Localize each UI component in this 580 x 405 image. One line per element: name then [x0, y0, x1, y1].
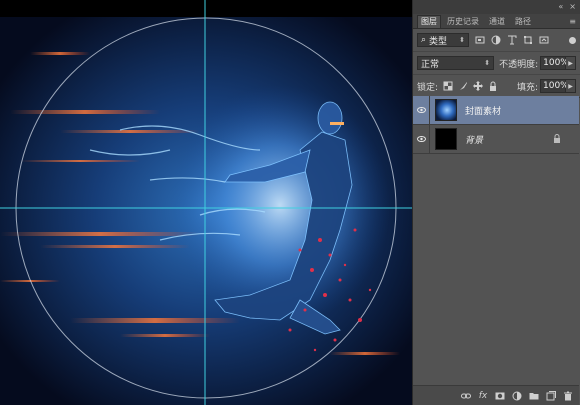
- layer-thumbnail: [435, 99, 457, 121]
- fill-label: 填充:: [516, 82, 538, 93]
- link-icon[interactable]: [461, 391, 471, 401]
- mask-icon[interactable]: [495, 391, 505, 401]
- group-folder-icon[interactable]: [529, 391, 539, 401]
- trash-icon[interactable]: [563, 391, 573, 401]
- canvas-artwork: [0, 0, 412, 405]
- blend-mode-value: 正常: [421, 59, 440, 70]
- chevron-updown-icon: ⬍: [459, 36, 465, 44]
- new-layer-icon[interactable]: [546, 390, 556, 401]
- tab-paths[interactable]: 路径: [511, 15, 535, 28]
- lock-fill-row: 锁定: 填充: 100% ▶: [413, 75, 580, 98]
- smart-object-filter-icon[interactable]: [539, 35, 549, 45]
- tab-history[interactable]: 历史记录: [443, 15, 483, 28]
- layer-lock-icon: [554, 134, 560, 143]
- layers-list: 封面素材 背景: [413, 96, 579, 383]
- lock-move-icon[interactable]: [473, 81, 484, 91]
- collapse-panels-icon[interactable]: «: [558, 0, 563, 14]
- layer-name[interactable]: 封面素材: [465, 104, 501, 117]
- lock-brush-icon[interactable]: [458, 81, 468, 91]
- adjustment-icon[interactable]: [512, 391, 522, 401]
- fill-slider-arrow-icon[interactable]: ▶: [566, 79, 576, 93]
- lock-transparency-icon[interactable]: [443, 81, 453, 91]
- fx-icon[interactable]: fx: [478, 391, 488, 401]
- layer-row-cover[interactable]: 封面素材: [413, 96, 579, 125]
- lock-all-icon[interactable]: [488, 81, 498, 91]
- type-filter-icon[interactable]: [507, 35, 517, 45]
- layers-bottom-toolbar: fx: [413, 385, 579, 405]
- filter-kind-dropdown[interactable]: ⌕ 类型 ⬍: [417, 33, 469, 47]
- panel-collapse-bar: « ×: [413, 0, 580, 14]
- layer-row-background[interactable]: 背景: [413, 125, 579, 154]
- search-icon: ⌕: [421, 35, 427, 45]
- fill-field[interactable]: 100%: [540, 79, 569, 93]
- filter-kind-label: 类型: [429, 36, 448, 47]
- layer-filter-row: ⌕ 类型 ⬍: [413, 29, 580, 52]
- opacity-field[interactable]: 100%: [540, 56, 569, 70]
- filter-toggle-icon[interactable]: [569, 36, 576, 44]
- opacity-slider-arrow-icon[interactable]: ▶: [566, 56, 576, 70]
- tab-channels[interactable]: 通道: [485, 15, 509, 28]
- tab-layers[interactable]: 图层: [417, 15, 441, 28]
- chevron-updown-icon: ⬍: [484, 59, 491, 67]
- layer-thumbnail: [435, 128, 457, 150]
- shape-filter-icon[interactable]: [523, 35, 533, 45]
- opacity-label: 不透明度:: [499, 59, 539, 70]
- document-canvas[interactable]: [0, 0, 412, 405]
- layers-panel: « × 图层 历史记录 通道 路径 ≡ ⌕ 类型 ⬍ 正常 ⬍ 不透明度: 10…: [412, 0, 580, 405]
- pixel-filter-icon[interactable]: [475, 35, 485, 45]
- lock-label: 锁定:: [417, 82, 439, 93]
- blend-mode-dropdown[interactable]: 正常 ⬍: [417, 56, 495, 70]
- blend-opacity-row: 正常 ⬍ 不透明度: 100% ▶: [413, 52, 580, 75]
- close-panel-icon[interactable]: ×: [569, 0, 576, 14]
- visibility-eye-icon[interactable]: [413, 125, 430, 153]
- adjustment-filter-icon[interactable]: [491, 35, 501, 45]
- panel-tab-row: 图层 历史记录 通道 路径 ≡: [413, 14, 580, 29]
- visibility-eye-icon[interactable]: [413, 96, 430, 124]
- panel-menu-icon[interactable]: ≡: [569, 16, 576, 28]
- layer-name[interactable]: 背景: [465, 133, 483, 146]
